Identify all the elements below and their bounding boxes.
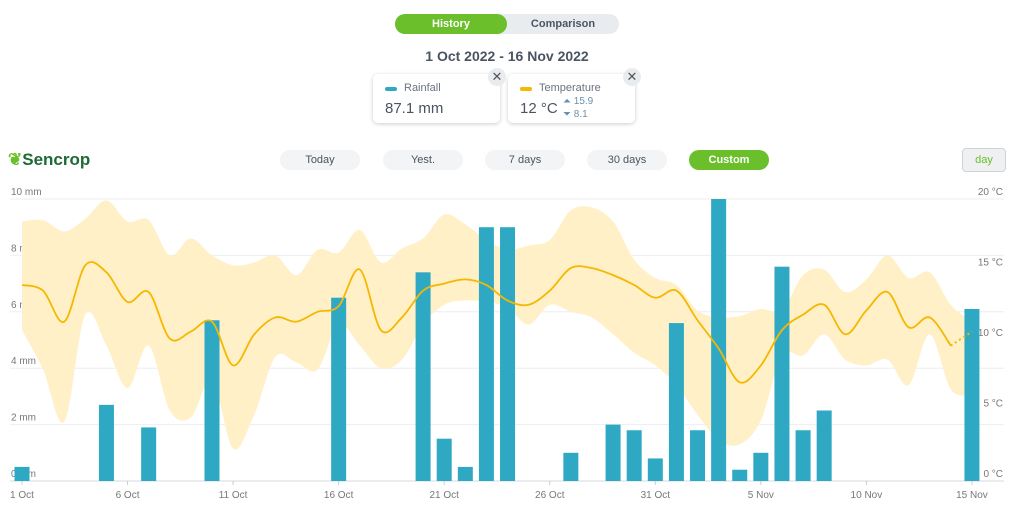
rainfall-bar (816, 410, 832, 481)
rainfall-bar (964, 308, 980, 481)
rainfall-bar (668, 323, 684, 481)
leaf-icon: ❦ (8, 150, 23, 169)
rainfall-value: 87.1 mm (385, 100, 444, 117)
y-right-tick: 10 °C (978, 328, 1003, 339)
rainfall-bar (690, 430, 706, 481)
sencrop-logo: ❦Sencrop (8, 150, 91, 169)
temperature-card: Temperature 12 °C ⏶ 15.9 ⏷ 8.1 ✕ (508, 68, 641, 123)
x-tick-label: 1 Oct (10, 490, 34, 501)
chart: 0 mm2 mm4 mm6 mm8 mm10 mm0 °C5 °C10 °C15… (10, 187, 1004, 501)
tab-history[interactable]: History (395, 14, 507, 34)
rainfall-bar (98, 404, 114, 481)
period-yesterday[interactable]: Yest. (383, 150, 463, 170)
rainfall-bar (647, 458, 663, 481)
x-tick-label: 10 Nov (851, 490, 883, 501)
rainfall-bar (605, 424, 621, 481)
rainfall-bar (141, 427, 157, 481)
x-tick-label: 5 Nov (748, 490, 774, 501)
rainfall-bar (626, 430, 642, 481)
y-right-tick: 0 °C (983, 469, 1003, 480)
y-right-tick: 15 °C (978, 258, 1003, 269)
temperature-max: ⏶ 15.9 (563, 96, 594, 107)
rainfall-label: Rainfall (404, 82, 441, 94)
y-left-tick: 2 mm (11, 413, 36, 424)
granularity-select[interactable]: day (962, 148, 1006, 172)
rainfall-bar (500, 227, 516, 481)
rainfall-bar (753, 452, 769, 481)
x-tick-label: 21 Oct (429, 490, 459, 501)
x-tick-label: 11 Oct (219, 490, 248, 501)
y-left-tick: 10 mm (11, 187, 42, 198)
y-right-tick: 20 °C (978, 187, 1003, 198)
x-tick-label: 31 Oct (641, 490, 671, 501)
rainfall-bar (732, 469, 748, 481)
x-tick-label: 26 Oct (535, 490, 565, 501)
x-tick-label: 15 Nov (956, 490, 988, 501)
rainfall-swatch (385, 87, 397, 91)
rainfall-bar (457, 466, 473, 481)
period-30-days[interactable]: 30 days (587, 150, 667, 170)
period-custom[interactable]: Custom (689, 150, 769, 170)
rainfall-bar (204, 320, 220, 481)
temperature-label: Temperature (539, 82, 601, 94)
view-toggle: History Comparison (395, 14, 619, 34)
close-icon[interactable]: ✕ (488, 68, 506, 86)
rainfall-card: Rainfall 87.1 mm ✕ (373, 68, 506, 123)
period-today[interactable]: Today (280, 150, 360, 170)
temperature-value: 12 °C (520, 100, 558, 117)
y-right-tick: 5 °C (983, 399, 1003, 410)
close-icon[interactable]: ✕ (623, 68, 641, 86)
x-tick-label: 6 Oct (116, 490, 140, 501)
temperature-swatch (520, 87, 532, 91)
min-icon: ⏷ (563, 109, 571, 120)
max-icon: ⏶ (563, 96, 571, 107)
period-7-days[interactable]: 7 days (485, 150, 565, 170)
x-tick-label: 16 Oct (324, 490, 354, 501)
date-range: 1 Oct 2022 - 16 Nov 2022 (425, 48, 589, 64)
rainfall-bar (563, 452, 579, 481)
temperature-min: ⏷ 8.1 (563, 109, 588, 120)
rainfall-bar (774, 266, 790, 481)
rainfall-bar (478, 227, 494, 481)
rainfall-bar (795, 430, 811, 481)
rainfall-bar (331, 297, 347, 481)
rainfall-bar (14, 466, 30, 481)
y-left-tick: 4 mm (11, 356, 36, 367)
tab-comparison[interactable]: Comparison (507, 14, 619, 34)
rainfall-bar (436, 438, 452, 481)
rainfall-bar (415, 272, 431, 481)
